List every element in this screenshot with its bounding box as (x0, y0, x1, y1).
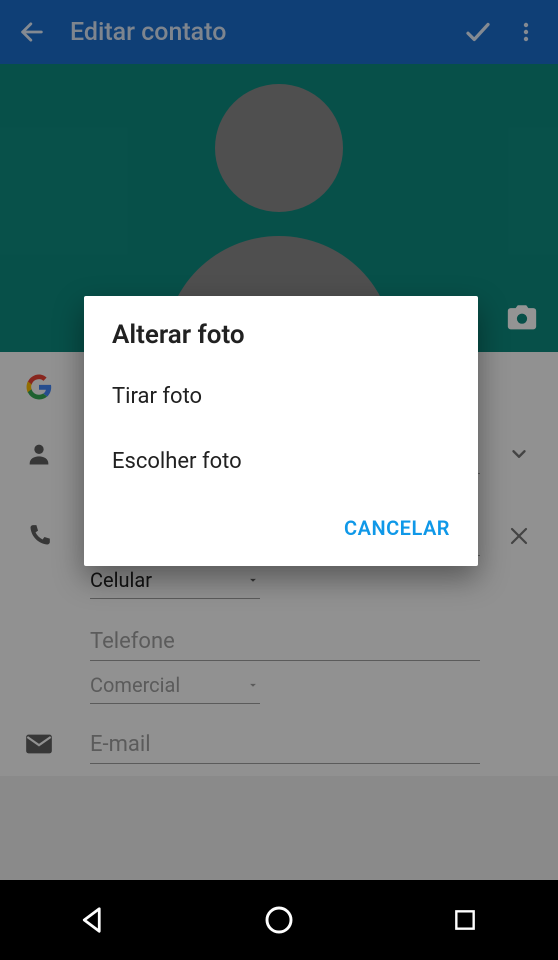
cancel-button[interactable]: CANCELAR (334, 510, 460, 546)
choose-photo-option[interactable]: Escolher foto (84, 429, 478, 494)
take-photo-option[interactable]: Tirar foto (84, 364, 478, 429)
dialog-title: Alterar foto (84, 320, 478, 364)
android-nav-bar (0, 880, 558, 960)
nav-recents-button[interactable] (435, 890, 495, 950)
change-photo-dialog: Alterar foto Tirar foto Escolher foto CA… (84, 296, 478, 566)
nav-back-button[interactable] (63, 890, 123, 950)
nav-home-button[interactable] (249, 890, 309, 950)
